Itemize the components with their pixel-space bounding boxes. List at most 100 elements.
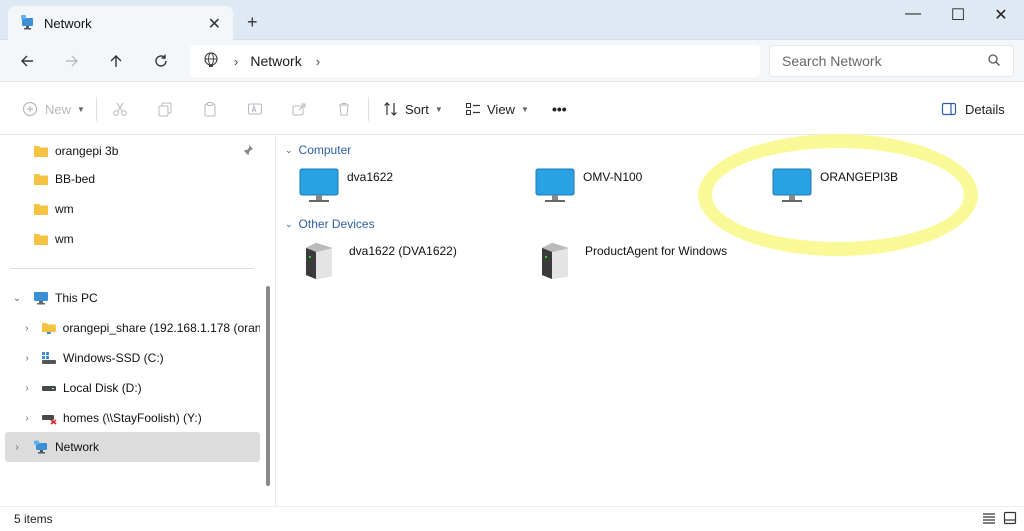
view-button[interactable]: View ▼ xyxy=(465,97,529,121)
chevron-down-icon: ▼ xyxy=(77,104,85,114)
sidebar-item-label: Local Disk (D:) xyxy=(63,381,142,395)
item-count: 5 items xyxy=(14,512,53,526)
arrow-up-icon xyxy=(110,55,122,67)
chevron-right-icon[interactable]: › xyxy=(11,442,23,453)
forward-button[interactable] xyxy=(59,48,85,74)
trash-icon xyxy=(339,103,349,116)
sidebar-item-wm[interactable]: wm xyxy=(5,224,260,254)
disconnected-drive-icon xyxy=(42,415,57,425)
pin-icon[interactable] xyxy=(242,144,254,159)
network-item-dva1622-device[interactable]: dva1622 (DVA1622) xyxy=(303,242,523,288)
close-tab-icon[interactable]: ✕ xyxy=(208,14,221,34)
monitor-icon xyxy=(299,168,339,202)
search-box[interactable] xyxy=(769,45,1014,77)
sidebar-item-local-disk[interactable]: › Local Disk (D:) xyxy=(5,373,260,403)
sidebar-item-label: orangepi_share (192.168.1.178 (orangepi xyxy=(62,321,261,335)
sidebar-scrollbar[interactable] xyxy=(266,286,270,486)
copy-icon xyxy=(158,102,172,117)
sidebar-item-label: wm xyxy=(55,232,74,246)
sidebar-item-bb-bed[interactable]: BB-bed xyxy=(5,164,260,194)
search-icon[interactable] xyxy=(987,53,1001,70)
close-window-button[interactable]: ✕ xyxy=(986,5,1016,25)
file-list: ⌄ Computer dva1622 OMV-N100 ORANGEPI3B ⌄… xyxy=(277,136,1024,506)
network-item-orangepi3b[interactable]: ORANGEPI3B xyxy=(772,168,992,214)
chevron-right-icon[interactable]: › xyxy=(21,383,33,394)
share-button[interactable] xyxy=(291,97,307,121)
more-options-button[interactable]: ••• xyxy=(552,97,567,121)
item-label: ProductAgent for Windows xyxy=(585,244,728,258)
refresh-button[interactable] xyxy=(148,48,174,74)
details-button[interactable]: Details xyxy=(941,97,1005,121)
item-label: dva1622 (DVA1622) xyxy=(349,244,457,258)
rename-icon xyxy=(248,103,262,115)
tab-title: Network xyxy=(44,15,92,31)
sidebar-item-wm[interactable]: wm xyxy=(5,194,260,224)
item-label: OMV-N100 xyxy=(583,170,643,184)
up-button[interactable] xyxy=(103,48,129,74)
new-tab-button[interactable]: + xyxy=(247,12,258,33)
sort-icon xyxy=(384,102,397,116)
sort-label: Sort xyxy=(405,101,429,117)
refresh-icon xyxy=(155,54,167,67)
sidebar-item-orangepi-3b[interactable]: orangepi 3b xyxy=(5,136,260,166)
item-label: ORANGEPI3B xyxy=(820,170,899,184)
maximize-button[interactable]: ☐ xyxy=(943,5,973,25)
monitor-icon xyxy=(535,168,575,202)
search-input[interactable] xyxy=(782,53,982,69)
scissors-icon xyxy=(113,102,127,116)
chevron-down-icon: ⌄ xyxy=(285,218,293,229)
network-globe-icon xyxy=(202,51,220,72)
tab-network[interactable]: Network ✕ xyxy=(8,6,233,40)
network-item-omv-n100[interactable]: OMV-N100 xyxy=(535,168,755,214)
breadcrumb-separator[interactable]: › xyxy=(316,54,320,69)
sidebar-item-label: BB-bed xyxy=(55,172,96,186)
new-label: New xyxy=(45,101,72,117)
sidebar-item-label: homes (\\StayFoolish) (Y:) xyxy=(63,411,202,425)
details-view-button[interactable] xyxy=(982,511,996,528)
folder-icon xyxy=(34,234,48,245)
sort-button[interactable]: Sort ▼ xyxy=(383,97,443,121)
group-header-other-devices[interactable]: ⌄ Other Devices xyxy=(285,217,375,231)
group-header-computer[interactable]: ⌄ Computer xyxy=(285,143,351,157)
list-view-icon xyxy=(466,103,480,115)
chevron-right-icon[interactable]: › xyxy=(21,323,33,334)
new-button[interactable]: New ▼ xyxy=(22,97,85,121)
folder-icon xyxy=(34,146,48,157)
share-icon xyxy=(292,103,306,116)
sidebar-item-label: This PC xyxy=(55,291,98,305)
chevron-right-icon[interactable]: › xyxy=(21,353,33,364)
clipboard-icon xyxy=(204,102,216,117)
sidebar-item-orangepi-share[interactable]: › orangepi_share (192.168.1.178 (orangep… xyxy=(5,313,260,343)
sidebar-item-this-pc[interactable]: ⌄ This PC xyxy=(5,283,260,313)
delete-button[interactable] xyxy=(336,97,352,121)
sidebar-item-network[interactable]: › Network xyxy=(5,432,260,462)
arrow-left-icon xyxy=(21,55,33,67)
copy-button[interactable] xyxy=(157,97,173,121)
toolbar-divider xyxy=(368,97,369,121)
tiles-view-icon xyxy=(1003,511,1017,525)
details-label: Details xyxy=(965,101,1005,117)
chevron-right-icon[interactable]: › xyxy=(21,413,33,424)
details-view-icon xyxy=(983,513,995,524)
sidebar-item-homes[interactable]: › homes (\\StayFoolish) (Y:) xyxy=(5,403,260,433)
back-button[interactable] xyxy=(14,48,40,74)
tiles-view-button[interactable] xyxy=(1003,511,1017,528)
folder-icon xyxy=(34,174,48,185)
sidebar-item-windows-ssd[interactable]: › Windows-SSD (C:) xyxy=(5,343,260,373)
view-label: View xyxy=(487,101,515,117)
breadcrumb-network[interactable]: Network xyxy=(250,53,301,69)
chevron-down-icon: ⌄ xyxy=(285,144,293,155)
address-bar[interactable]: › Network › xyxy=(190,45,760,77)
chevron-down-icon: ▼ xyxy=(520,104,529,114)
network-item-dva1622[interactable]: dva1622 xyxy=(299,168,519,214)
network-item-productagent[interactable]: ProductAgent for Windows xyxy=(539,242,759,288)
rename-button[interactable] xyxy=(247,97,263,121)
status-bar: 5 items xyxy=(0,506,1024,531)
cut-button[interactable] xyxy=(112,97,128,121)
breadcrumb-separator[interactable]: › xyxy=(234,54,238,69)
paste-button[interactable] xyxy=(202,97,218,121)
minimize-button[interactable]: — xyxy=(898,5,928,23)
network-icon xyxy=(20,14,36,33)
chevron-down-icon[interactable]: ⌄ xyxy=(11,293,23,304)
device-icon xyxy=(306,243,332,279)
